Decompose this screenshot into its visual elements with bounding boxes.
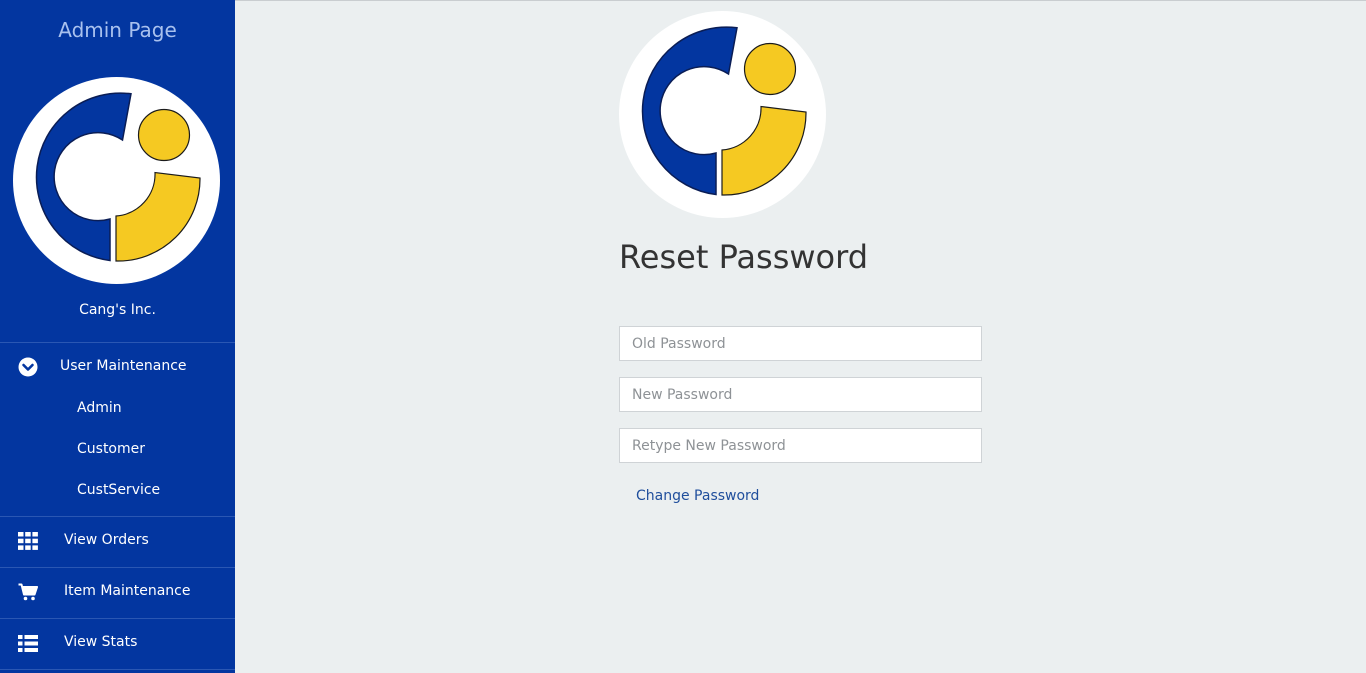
sidebar-item-view-orders[interactable]: View Orders <box>0 516 235 566</box>
company-logo <box>13 77 220 284</box>
sidebar-subitem-admin[interactable]: Admin <box>77 400 122 416</box>
list-icon <box>18 633 38 653</box>
sidebar: Admin Page Cang's Inc. User Maintenance … <box>0 0 235 673</box>
sidebar-item-user-maintenance[interactable]: User Maintenance <box>0 342 235 392</box>
company-name: Cang's Inc. <box>79 302 156 318</box>
grid-icon <box>18 531 38 551</box>
sidebar-subitem-custservice[interactable]: CustService <box>77 482 160 498</box>
chevron-circle-down-icon <box>18 357 38 377</box>
sidebar-subitem-customer[interactable]: Customer <box>77 441 145 457</box>
page-title: Reset Password <box>619 238 869 276</box>
sidebar-item-label: User Maintenance <box>60 358 187 374</box>
change-password-button[interactable]: Change Password <box>636 488 759 504</box>
sidebar-item-view-stats[interactable]: View Stats <box>0 618 235 668</box>
sidebar-divider <box>0 669 235 670</box>
cart-icon <box>18 582 38 602</box>
company-logo <box>619 11 826 218</box>
sidebar-item-label: Item Maintenance <box>64 583 191 599</box>
retype-password-input[interactable] <box>619 428 982 463</box>
sidebar-item-item-maintenance[interactable]: Item Maintenance <box>0 567 235 617</box>
sidebar-item-label: View Stats <box>64 634 138 650</box>
new-password-input[interactable] <box>619 377 982 412</box>
old-password-input[interactable] <box>619 326 982 361</box>
sidebar-item-label: View Orders <box>64 532 149 548</box>
sidebar-title: Admin Page <box>58 18 177 42</box>
